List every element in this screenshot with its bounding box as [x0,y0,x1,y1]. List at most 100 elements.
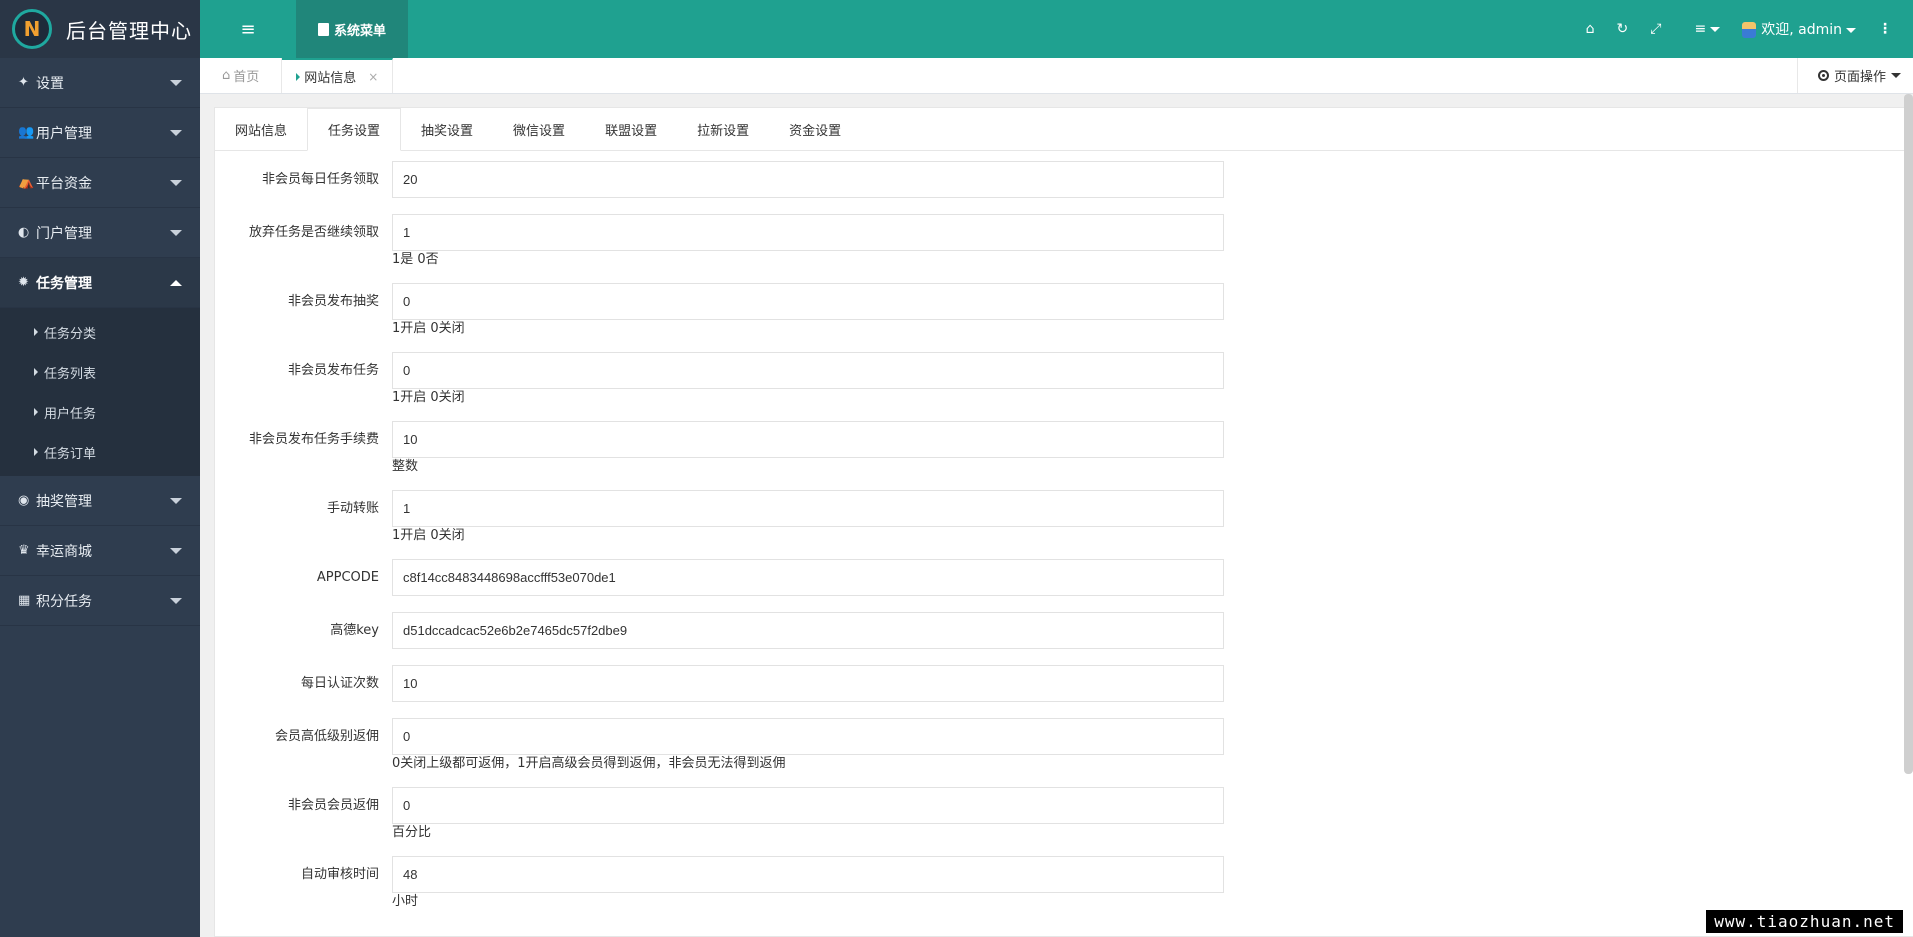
field-label: 会员高低级别返佣 [274,729,379,744]
appcode-input[interactable] [392,559,1224,596]
auto-review-time-input[interactable] [392,856,1224,893]
submenu-item-task-orders[interactable]: 任务订单 [0,432,200,472]
gears-icon: ✦ [18,75,29,90]
tab-task-settings[interactable]: 任务设置 [307,108,402,151]
sidebar-item-label: 抽奖管理 [36,493,92,510]
brand-title: 后台管理中心 [66,18,192,43]
task-settings-form: 非会员每日任务领取 放弃任务是否继续领取 1是 0否 非会员发布抽奖 1开启 0… [215,151,1913,913]
nonmember-daily-task-input[interactable] [392,161,1224,198]
caret-down-icon [170,597,182,604]
settings-tabs: 网站信息 任务设置 抽奖设置 微信设置 联盟设置 拉新设置 资金设置 [215,108,1913,151]
sidebar-item-label: 幸运商城 [36,543,92,560]
manual-transfer-input[interactable] [392,490,1224,527]
sidebar-item-points-tasks[interactable]: ▦ 积分任务 [0,576,200,626]
fullscreen-icon[interactable]: ⤢ [1650,21,1661,37]
field-hint: 1开启 0关闭 [392,321,465,336]
tab-wechat-settings[interactable]: 微信设置 [493,108,585,150]
tab-website-info[interactable]: 网站信息 [215,108,307,150]
submenu-item-task-list[interactable]: 任务列表 [0,352,200,392]
amap-key-input[interactable] [392,612,1224,649]
caret-down-icon [1891,73,1901,78]
field-label: 每日认证次数 [300,676,379,691]
compass-icon: ◉ [18,493,30,508]
sidebar: N 后台管理中心 ✦ 设置 👥 用户管理 ⛺ 平台资金 ◐ 门户管理 ✹ 任务管… [0,0,200,937]
caret-down-icon [170,129,182,136]
welcome-text: 欢迎, admin [1761,22,1842,38]
nonmember-commission-input[interactable] [392,787,1224,824]
caret-right-icon [34,328,38,336]
form-row: 会员高低级别返佣 0关闭上级都可返佣，1开启高级会员得到返佣，非会员无法得到返佣 [215,718,1913,775]
task-submenu: 任务分类 任务列表 用户任务 任务订单 [0,308,200,476]
home-icon: ⌂ [222,68,231,83]
logo-icon: N [12,9,52,49]
field-hint: 百分比 [392,825,432,840]
form-row: 每日认证次数 [215,665,1913,702]
page-operations-label: 页面操作 [1833,70,1886,85]
nonmember-publish-lottery-input[interactable] [392,283,1224,320]
form-row: 手动转账 1开启 0关闭 [215,490,1913,547]
tab-home[interactable]: ⌂ 首页 [200,58,283,93]
users-icon: 👥 [18,125,35,140]
sidebar-item-lucky-mall[interactable]: ♛ 幸运商城 [0,526,200,576]
home-icon[interactable]: ⌂ [1586,21,1595,37]
sidebar-item-tasks[interactable]: ✹ 任务管理 [0,258,200,308]
field-hint: 0关闭上级都可返佣，1开启高级会员得到返佣，非会员无法得到返佣 [392,756,786,771]
tab-site-info[interactable]: 网站信息 × [282,58,394,93]
tab-funds-settings[interactable]: 资金设置 [769,108,861,150]
sidebar-item-portal[interactable]: ◐ 门户管理 [0,208,200,258]
field-label: 非会员会员返佣 [287,798,379,813]
daily-verification-count-input[interactable] [392,665,1224,702]
nonmember-task-fee-input[interactable] [392,421,1224,458]
sidebar-item-label: 设置 [36,75,64,92]
field-hint: 1开启 0关闭 [392,528,465,543]
page-tab-strip: ⌂ 首页 网站信息 × 页面操作 [200,58,1913,94]
field-label: APPCODE [316,570,379,585]
form-row: APPCODE [215,559,1913,596]
submenu-item-label: 任务订单 [44,446,97,462]
more-icon[interactable]: ⋮ [1878,21,1892,37]
page-operations-button[interactable]: 页面操作 [1796,58,1913,93]
abandon-task-continue-input[interactable] [392,214,1224,251]
caret-down-icon [170,179,182,186]
nonmember-publish-task-input[interactable] [392,352,1224,389]
sidebar-item-settings[interactable]: ✦ 设置 [0,58,200,108]
sidebar-item-label: 平台资金 [36,175,92,192]
field-label: 放弃任务是否继续领取 [248,225,379,240]
member-level-commission-input[interactable] [392,718,1224,755]
top-right-actions: ⌂ ↻ ⤢ ≡ 欢迎, admin ⋮ [1575,0,1913,58]
sidebar-item-label: 积分任务 [36,593,92,610]
form-row: 非会员会员返佣 百分比 [215,787,1913,844]
globe-icon: ◐ [18,225,30,240]
sidebar-item-label: 用户管理 [36,125,92,142]
sidebar-item-users[interactable]: 👥 用户管理 [0,108,200,158]
sidebar-item-platform-funds[interactable]: ⛺ 平台资金 [0,158,200,208]
caret-down-icon [170,547,182,554]
user-menu-button[interactable]: 欢迎, admin [1742,19,1856,39]
sidebar-item-label: 任务管理 [36,275,92,292]
refresh-icon[interactable]: ↻ [1617,21,1629,37]
tab-site-info-label: 网站信息 [304,71,357,86]
tab-referral-settings[interactable]: 拉新设置 [677,108,769,150]
sidebar-toggle-button[interactable]: ≡ [200,0,296,58]
submenu-item-user-tasks[interactable]: 用户任务 [0,392,200,432]
bank-icon: ⛺ [18,175,35,190]
field-hint: 小时 [392,894,419,909]
list-menu-button[interactable]: ≡ [1694,21,1721,37]
submenu-item-task-category[interactable]: 任务分类 [0,312,200,352]
settings-panel: 网站信息 任务设置 抽奖设置 微信设置 联盟设置 拉新设置 资金设置 非会员每日… [214,107,1913,937]
sidebar-item-lottery[interactable]: ◉ 抽奖管理 [0,476,200,526]
form-row: 非会员发布任务手续费 整数 [215,421,1913,478]
field-label: 非会员发布任务 [287,363,379,378]
caret-down-icon [170,497,182,504]
page-scrollbar[interactable] [1904,94,1913,774]
field-label: 高德key [330,623,379,638]
system-menu-button[interactable]: 系统菜单 [296,0,408,58]
tab-lottery-settings[interactable]: 抽奖设置 [401,108,493,150]
tab-alliance-settings[interactable]: 联盟设置 [585,108,677,150]
caret-right-icon [34,408,38,416]
field-hint: 1是 0否 [392,252,439,267]
field-hint: 整数 [392,459,419,474]
target-icon [1817,70,1829,81]
form-row: 非会员每日任务领取 [215,161,1913,198]
close-icon[interactable]: × [368,70,378,84]
